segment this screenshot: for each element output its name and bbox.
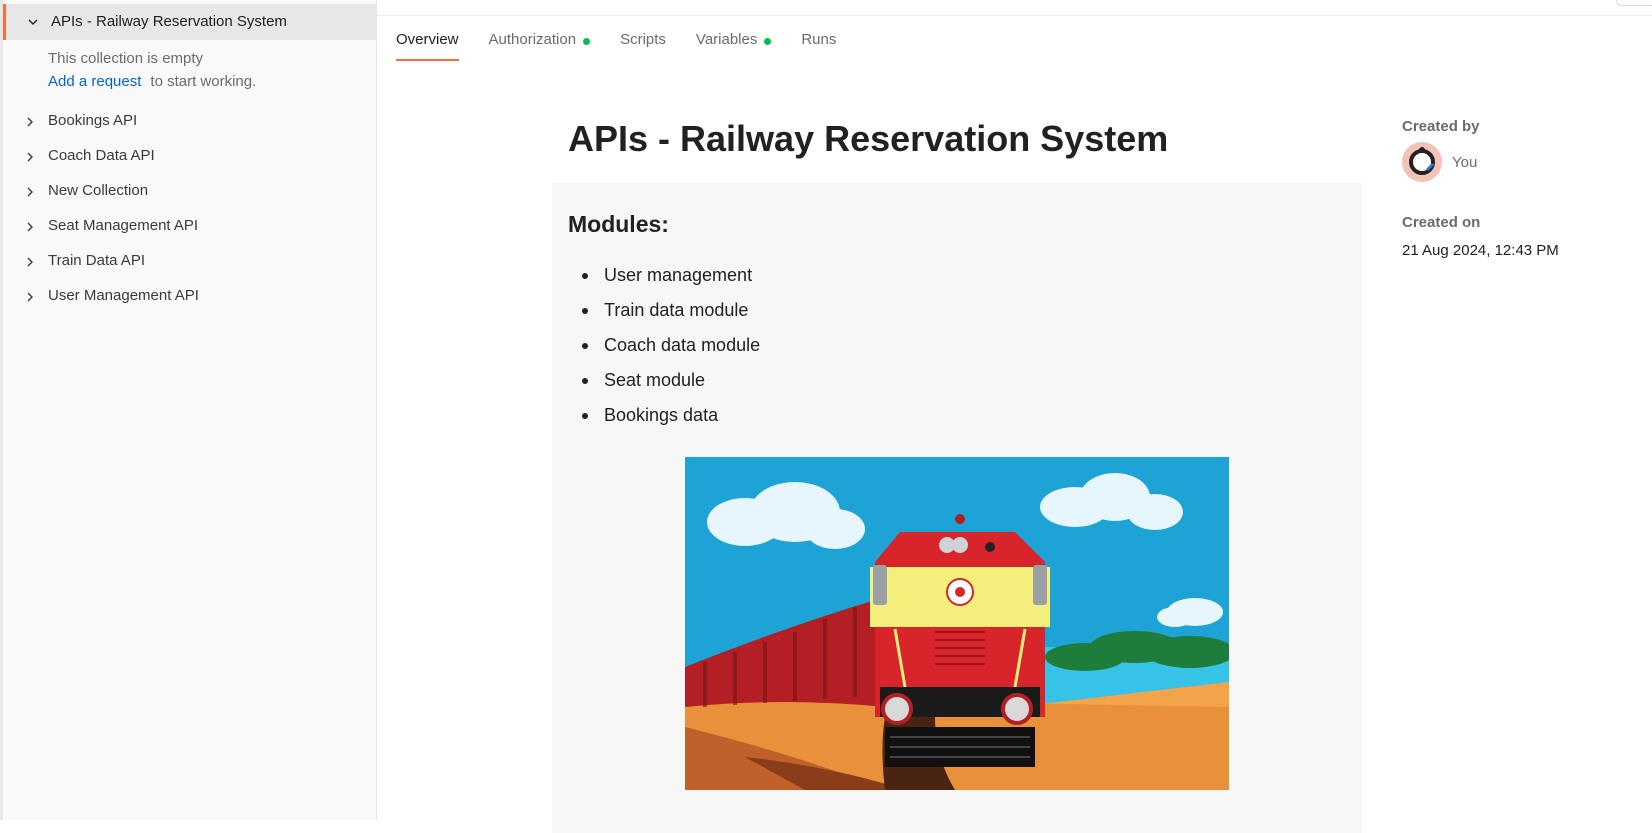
list-item: Bookings data <box>568 403 760 438</box>
tab-label: Variables <box>695 31 758 48</box>
chevron-right-icon[interactable] <box>23 115 37 129</box>
tab-runs[interactable]: Runs <box>801 26 836 61</box>
empty-collection-hint: Add a request to start working. <box>48 73 256 90</box>
sidebar-item-train-data-api[interactable]: Train Data API <box>3 245 376 279</box>
tab-overview[interactable]: Overview <box>396 26 459 61</box>
modules-list: User management Train data module Coach … <box>568 263 760 438</box>
train-illustration <box>685 457 1229 790</box>
tab-label: Overview <box>396 31 459 48</box>
top-right-control[interactable] <box>1616 0 1652 6</box>
collection-description[interactable]: Modules: User management Train data modu… <box>552 183 1362 833</box>
chevron-right-icon[interactable] <box>23 185 37 199</box>
status-dot-icon <box>764 38 772 45</box>
sidebar-item-label: Train Data API <box>48 252 145 269</box>
tab-label: Runs <box>801 31 837 48</box>
sidebar-item-label: User Management API <box>48 287 199 304</box>
tab-label: Scripts <box>620 31 666 48</box>
sidebar: APIs - Railway Reservation System This c… <box>0 0 377 820</box>
sidebar-item-bookings-api[interactable]: Bookings API <box>3 105 376 139</box>
list-item: Train data module <box>568 298 760 333</box>
sidebar-item-label: Coach Data API <box>48 147 155 164</box>
sidebar-item-user-management-api[interactable]: User Management API <box>3 280 376 314</box>
top-bar <box>377 0 1652 16</box>
sidebar-item-label: APIs - Railway Reservation System <box>51 13 287 30</box>
chevron-down-icon[interactable] <box>26 15 40 29</box>
list-item: Coach data module <box>568 333 760 368</box>
sidebar-item-active-collection[interactable]: APIs - Railway Reservation System <box>3 4 376 40</box>
add-request-link[interactable]: Add a request <box>48 73 141 90</box>
tab-scripts[interactable]: Scripts <box>620 26 666 61</box>
page-title: APIs - Railway Reservation System <box>568 118 1169 159</box>
tab-label: Authorization <box>488 31 577 48</box>
tab-authorization[interactable]: Authorization <box>489 26 591 61</box>
sidebar-item-new-collection[interactable]: New Collection <box>3 175 376 209</box>
sidebar-item-label: Seat Management API <box>48 217 199 234</box>
chevron-right-icon[interactable] <box>23 220 37 234</box>
created-by-label: Created by <box>1402 118 1480 135</box>
status-dot-icon <box>583 38 591 45</box>
modules-heading: Modules: <box>568 211 669 237</box>
list-item: User management <box>568 263 760 298</box>
chevron-right-icon[interactable] <box>23 255 37 269</box>
list-item: Seat module <box>568 368 760 403</box>
tab-variables[interactable]: Variables <box>695 26 772 61</box>
created-by-name: You <box>1452 154 1478 171</box>
created-on-value: 21 Aug 2024, 12:43 PM <box>1402 242 1559 259</box>
created-on-label: Created on <box>1402 214 1481 231</box>
empty-hint-text: to start working. <box>150 73 257 90</box>
collection-tabs: Overview Authorization Scripts Variables… <box>396 26 866 62</box>
sidebar-item-label: Bookings API <box>48 112 138 129</box>
chevron-right-icon[interactable] <box>23 150 37 164</box>
sidebar-item-seat-management-api[interactable]: Seat Management API <box>3 210 376 244</box>
chevron-right-icon[interactable] <box>23 290 37 304</box>
avatar[interactable] <box>1402 142 1442 182</box>
sidebar-item-label: New Collection <box>48 182 149 199</box>
empty-collection-message: This collection is empty <box>48 50 204 67</box>
sidebar-item-coach-data-api[interactable]: Coach Data API <box>3 140 376 174</box>
